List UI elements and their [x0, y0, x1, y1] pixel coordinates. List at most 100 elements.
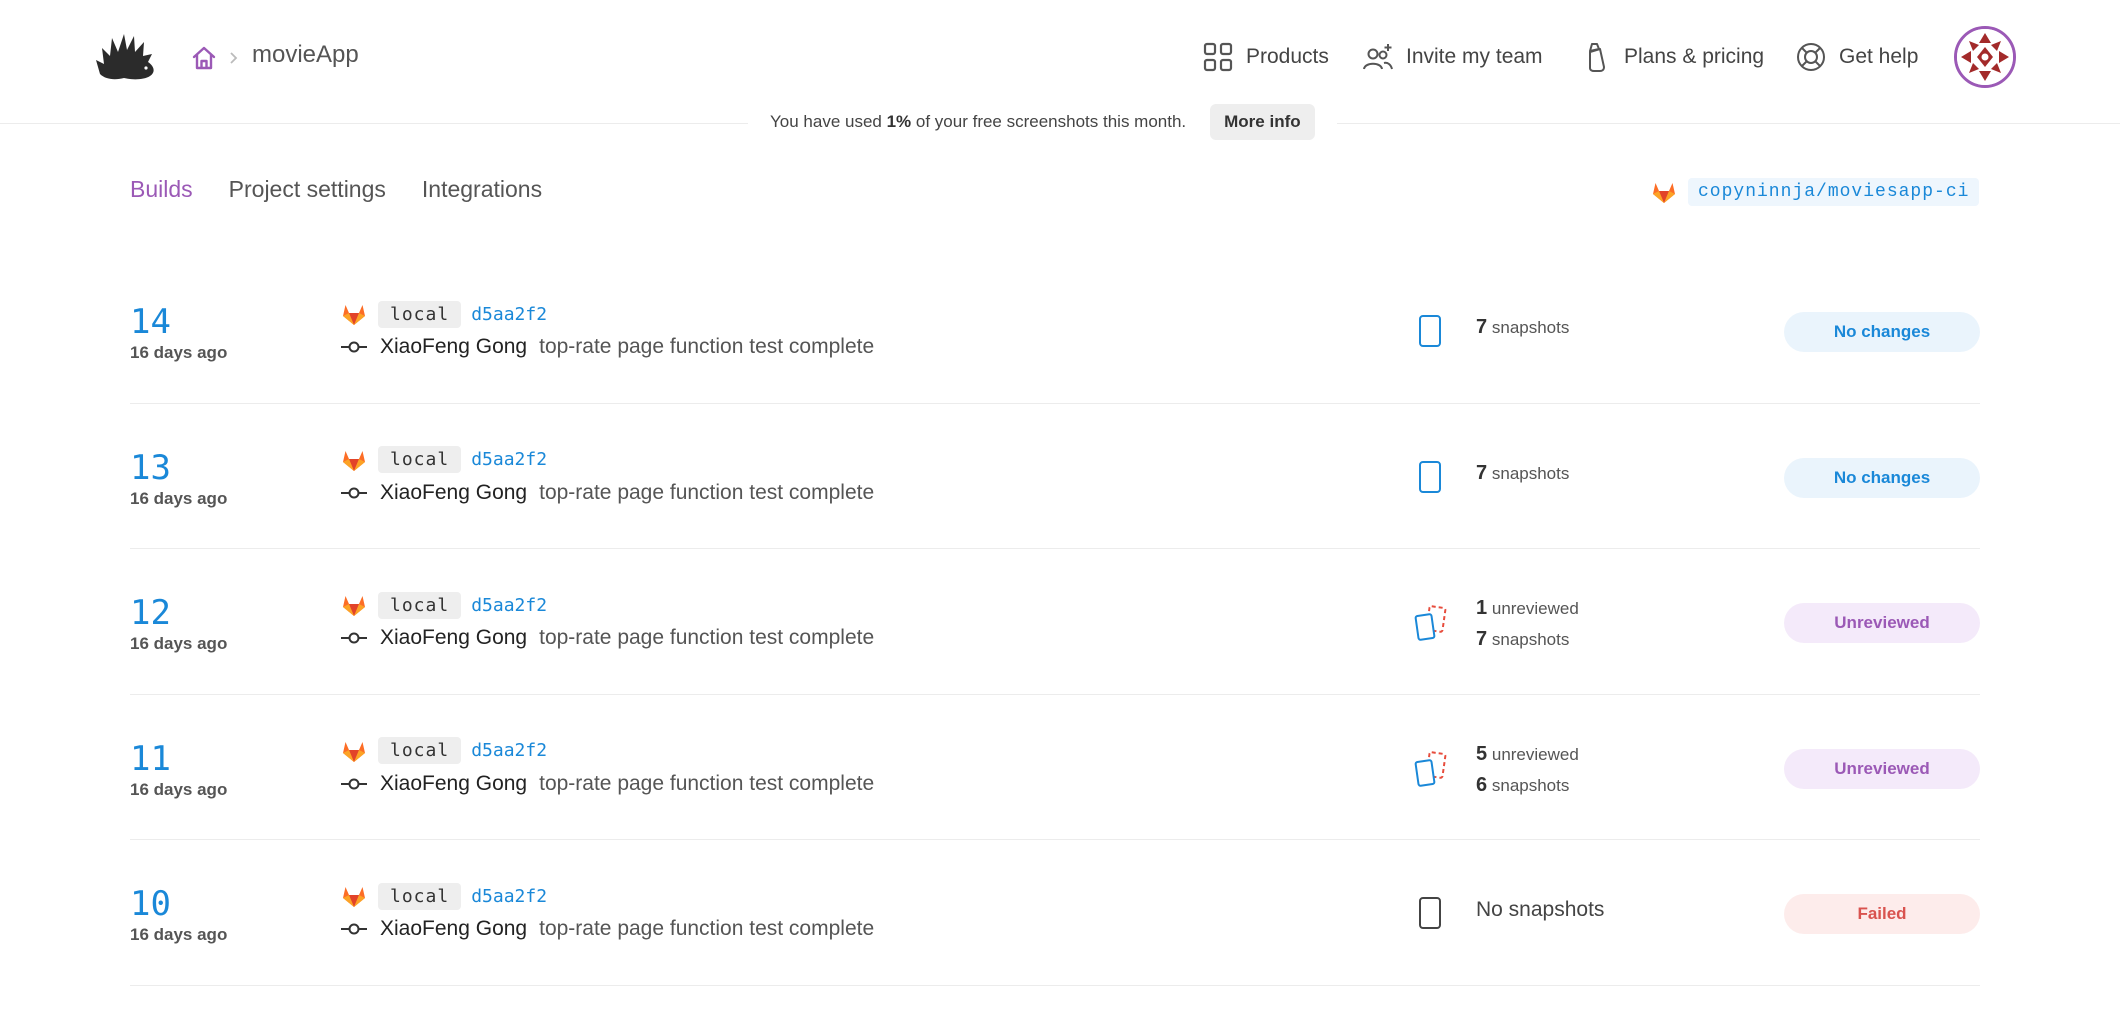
device-icon [1419, 315, 1441, 347]
diff-icon [1414, 750, 1447, 787]
grid-icon [1203, 42, 1233, 72]
branch-badge: local [378, 737, 462, 764]
nav-get-help[interactable]: Get help [1795, 38, 1918, 76]
snapshots-line: 6 snapshots [1476, 770, 1579, 801]
build-number[interactable]: 12 [130, 593, 171, 633]
unreviewed-count: 1 [1476, 597, 1488, 619]
commit-sha[interactable]: d5aa2f2 [471, 886, 547, 907]
commit-message: top-rate page function test complete [539, 335, 875, 358]
usage-text: You have used 1% of your free screenshot… [770, 112, 1187, 131]
snapshot-label: snapshots [1491, 775, 1570, 795]
snapshot-label: snapshots [1491, 463, 1570, 483]
branch-badge: local [378, 446, 462, 473]
build-commit: XiaoFeng Gong top-rate page function tes… [340, 481, 874, 505]
unreviewed-line: 1 unreviewed [1476, 593, 1579, 624]
status-badge[interactable]: Unreviewed [1784, 748, 1980, 789]
status-badge[interactable]: Failed [1784, 894, 1980, 934]
repo-link[interactable]: copyninnja/moviesapp-ci [1650, 178, 1980, 206]
branch-badge: local [378, 300, 462, 328]
build-number[interactable]: 13 [130, 448, 171, 488]
build-source: local d5aa2f2 [340, 882, 547, 910]
baby-bottle-icon [1589, 43, 1605, 72]
gitlab-icon [343, 450, 365, 471]
build-age: 16 days ago [130, 343, 228, 362]
nav-invite-label: Invite my team [1406, 45, 1543, 68]
snapshots-line: 7 snapshots [1476, 624, 1579, 655]
snapshot-info: 5 unreviewed 6 snapshots [1476, 739, 1579, 801]
commit-sha[interactable]: d5aa2f2 [471, 740, 547, 761]
build-source: local d5aa2f2 [340, 446, 547, 474]
build-source: local d5aa2f2 [340, 737, 547, 765]
snapshot-label: snapshots [1491, 318, 1570, 337]
avatar[interactable] [1954, 26, 2016, 88]
unreviewed-label: unreviewed [1491, 599, 1579, 618]
snapshot-info: 7 snapshots [1476, 462, 1569, 485]
build-source: local d5aa2f2 [340, 300, 547, 328]
gitlab-icon [343, 596, 365, 616]
gitlab-icon [1653, 183, 1675, 203]
git-commit-icon [341, 487, 367, 498]
git-commit-icon [341, 632, 367, 644]
status-badge[interactable]: No changes [1784, 457, 1980, 498]
build-age: 16 days ago [130, 634, 228, 653]
commit-message: top-rate page function test complete [539, 626, 875, 649]
branch-badge: local [378, 882, 462, 910]
gitlab-icon [343, 305, 365, 325]
hedgehog-logo-icon[interactable] [94, 30, 158, 86]
snapshot-count: 7 [1476, 316, 1488, 338]
commit-author: XiaoFeng Gong [380, 335, 528, 358]
more-info-button[interactable]: More info [1210, 104, 1315, 140]
nav-plans-label: Plans & pricing [1624, 45, 1765, 68]
user-avatar-pattern [1957, 29, 2013, 85]
commit-sha[interactable]: d5aa2f2 [471, 304, 547, 325]
tab-integrations[interactable]: Integrations [422, 176, 542, 203]
snapshot-info: 7 snapshots [1476, 316, 1569, 339]
commit-author: XiaoFeng Gong [380, 771, 528, 795]
git-commit-icon [341, 923, 367, 935]
status-badge[interactable]: No changes [1784, 312, 1980, 352]
tab-project-settings[interactable]: Project settings [229, 176, 386, 203]
chevron-right-icon [230, 52, 238, 64]
commit-author: XiaoFeng Gong [380, 480, 528, 504]
usage-percent: 1% [886, 112, 912, 131]
branch-badge: local [378, 591, 462, 619]
gitlab-icon [343, 887, 365, 907]
unreviewed-line: 5 unreviewed [1476, 739, 1579, 770]
nav-products[interactable]: Products [1202, 38, 1329, 76]
home-icon[interactable] [190, 44, 218, 72]
status-badge[interactable]: Unreviewed [1784, 603, 1980, 643]
usage-banner: You have used 1% of your free screenshot… [748, 104, 1337, 140]
build-number[interactable]: 14 [130, 302, 171, 342]
git-commit-icon [341, 341, 367, 353]
no-snapshots-label: No snapshots [1476, 898, 1605, 921]
build-number[interactable]: 10 [130, 884, 171, 924]
snapshot-count: 6 [1476, 773, 1488, 796]
snapshot-info: 1 unreviewed 7 snapshots [1476, 593, 1579, 655]
build-row[interactable]: 12 16 days ago local d5aa2f2 XiaoFeng Go… [130, 549, 1980, 695]
nav-invite-team[interactable]: Invite my team [1362, 38, 1543, 76]
add-user-icon [1363, 44, 1393, 70]
nav-plans-pricing[interactable]: Plans & pricing [1580, 38, 1764, 76]
lifebuoy-icon [1797, 43, 1825, 71]
build-row[interactable]: 13 16 days ago local d5aa2f2 XiaoFeng Go… [130, 404, 1980, 549]
build-commit: XiaoFeng Gong top-rate page function tes… [340, 626, 874, 650]
snapshot-count: 7 [1476, 461, 1488, 484]
commit-message: top-rate page function test complete [539, 771, 875, 795]
build-row[interactable]: 11 16 days ago local d5aa2f2 XiaoFeng Go… [130, 695, 1980, 840]
nav-products-label: Products [1246, 45, 1329, 68]
commit-message: top-rate page function test complete [539, 480, 875, 504]
build-row[interactable]: 10 16 days ago local d5aa2f2 XiaoFeng Go… [130, 840, 1980, 986]
commit-sha[interactable]: d5aa2f2 [471, 595, 547, 616]
build-number[interactable]: 11 [130, 739, 171, 779]
tab-builds[interactable]: Builds [130, 176, 193, 203]
build-row[interactable]: 14 16 days ago local d5aa2f2 XiaoFeng Go… [130, 258, 1980, 404]
breadcrumb-project[interactable]: movieApp [252, 41, 359, 69]
commit-sha[interactable]: d5aa2f2 [471, 449, 547, 470]
unreviewed-label: unreviewed [1491, 744, 1579, 764]
diff-icon [1414, 605, 1447, 641]
snapshot-count: 7 [1476, 628, 1488, 650]
nav-help-label: Get help [1839, 45, 1919, 68]
git-commit-icon [341, 778, 367, 789]
build-source: local d5aa2f2 [340, 591, 547, 619]
build-age: 16 days ago [130, 779, 228, 799]
